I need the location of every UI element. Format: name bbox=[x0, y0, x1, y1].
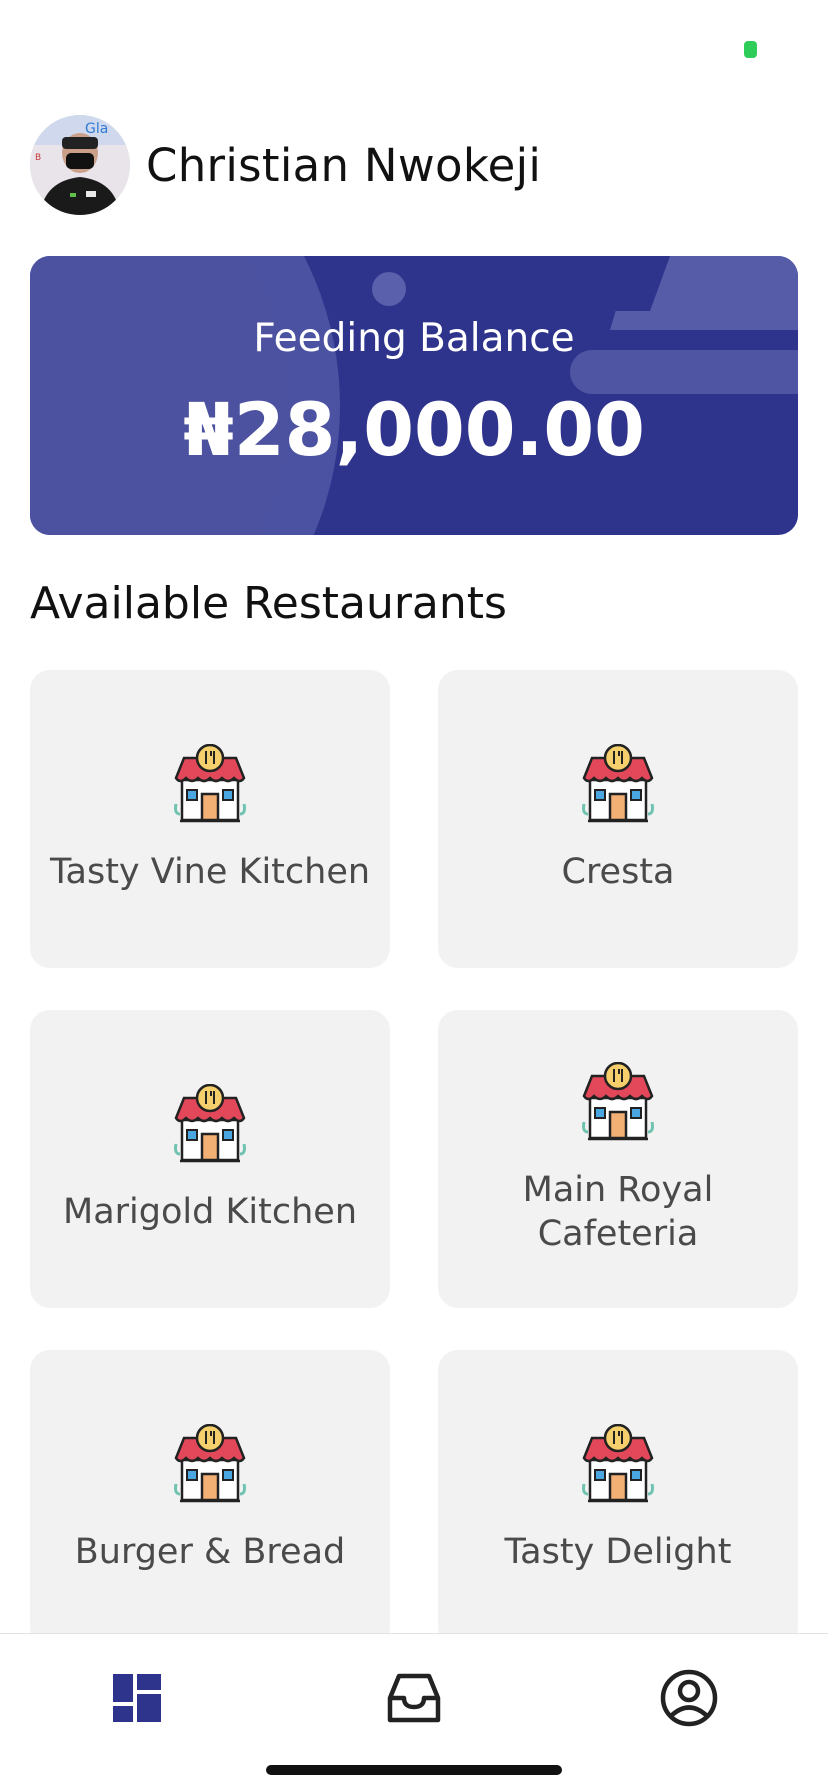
restaurant-icon bbox=[172, 743, 248, 830]
restaurant-name: Cresta bbox=[561, 852, 675, 892]
svg-text:Gla: Gla bbox=[85, 121, 108, 137]
tab-dashboard[interactable] bbox=[97, 1658, 177, 1738]
restaurant-icon bbox=[580, 1423, 656, 1510]
tab-account[interactable] bbox=[649, 1658, 729, 1738]
restaurant-name: Tasty Vine Kitchen bbox=[49, 852, 371, 892]
avatar-photo: Gla B bbox=[30, 115, 130, 215]
restaurant-icon bbox=[580, 1061, 656, 1148]
restaurant-card[interactable]: Cresta bbox=[438, 670, 798, 968]
section-title: Available Restaurants bbox=[30, 578, 507, 629]
avatar[interactable]: Gla B bbox=[30, 115, 130, 215]
restaurant-card[interactable]: Main Royal Cafeteria bbox=[438, 1010, 798, 1308]
restaurant-card[interactable]: Tasty Vine Kitchen bbox=[30, 670, 390, 968]
restaurant-name: Burger & Bread bbox=[74, 1532, 346, 1572]
balance-label: Feeding Balance bbox=[253, 316, 575, 361]
restaurant-icon bbox=[580, 743, 656, 830]
svg-text:B: B bbox=[35, 153, 41, 163]
restaurant-icon bbox=[172, 1083, 248, 1170]
restaurant-name: Tasty Delight bbox=[504, 1532, 732, 1572]
dashboard-icon bbox=[113, 1674, 161, 1722]
tab-inbox[interactable] bbox=[374, 1658, 454, 1738]
profile-header: Gla B Christian Nwokeji bbox=[30, 115, 541, 215]
restaurant-name: Marigold Kitchen bbox=[63, 1192, 357, 1232]
inbox-icon bbox=[387, 1673, 441, 1723]
restaurant-name: Main Royal Cafeteria bbox=[522, 1170, 714, 1254]
profile-name: Christian Nwokeji bbox=[146, 138, 542, 192]
restaurant-card[interactable]: Marigold Kitchen bbox=[30, 1010, 390, 1308]
account-icon bbox=[660, 1669, 718, 1727]
balance-amount: ₦28,000.00 bbox=[183, 388, 645, 473]
restaurant-card[interactable]: Burger & Bread bbox=[30, 1350, 390, 1648]
restaurant-card[interactable]: Tasty Delight bbox=[438, 1350, 798, 1648]
status-indicator bbox=[744, 41, 757, 58]
home-indicator bbox=[266, 1765, 562, 1775]
restaurant-icon bbox=[172, 1423, 248, 1510]
